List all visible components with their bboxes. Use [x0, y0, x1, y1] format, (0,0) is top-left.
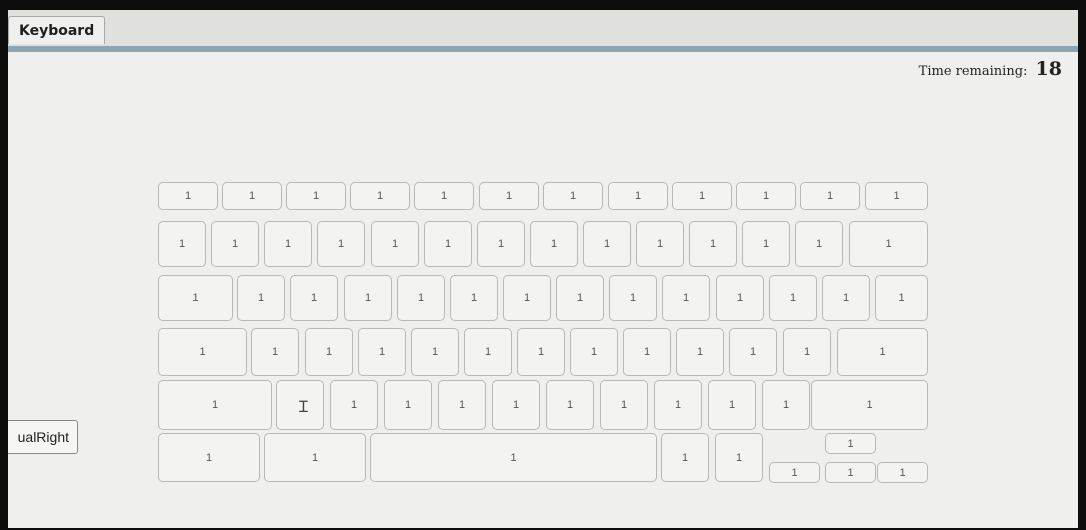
key-r4-11[interactable]: 1: [811, 380, 928, 430]
key-r1-1[interactable]: 1: [211, 221, 259, 267]
text-cursor-icon: Ɪ: [299, 397, 308, 416]
key-r3-5[interactable]: 1: [464, 328, 512, 376]
tab-keyboard[interactable]: Keyboard: [8, 16, 106, 44]
key-r1-9[interactable]: 1: [636, 221, 684, 267]
key-r4-10[interactable]: 1: [762, 380, 810, 430]
key-r0-9[interactable]: 1: [736, 182, 796, 210]
key-r2-10[interactable]: 1: [716, 275, 764, 321]
key-r4-4[interactable]: 1: [438, 380, 486, 430]
key-r0-10[interactable]: 1: [800, 182, 860, 210]
key-r0-4[interactable]: 1: [414, 182, 474, 210]
key-r5-5[interactable]: 1: [769, 462, 820, 483]
key-r0-2[interactable]: 1: [286, 182, 346, 210]
tab-bar: Keyboard: [8, 10, 1078, 52]
key-r4-9[interactable]: 1: [708, 380, 756, 430]
key-r3-2[interactable]: 1: [305, 328, 353, 376]
time-remaining: Time remaining: 18: [919, 58, 1062, 80]
key-r0-1[interactable]: 1: [222, 182, 282, 210]
key-r3-9[interactable]: 1: [676, 328, 724, 376]
key-r3-12[interactable]: 1: [837, 328, 928, 376]
key-r4-5[interactable]: 1: [492, 380, 540, 430]
key-r2-1[interactable]: 1: [237, 275, 285, 321]
key-r1-8[interactable]: 1: [583, 221, 631, 267]
key-r3-6[interactable]: 1: [517, 328, 565, 376]
key-r1-13[interactable]: 1: [849, 221, 928, 267]
key-r2-2[interactable]: 1: [290, 275, 338, 321]
key-r0-5[interactable]: 1: [479, 182, 539, 210]
key-r3-7[interactable]: 1: [570, 328, 618, 376]
key-r4-6[interactable]: 1: [546, 380, 594, 430]
key-r3-8[interactable]: 1: [623, 328, 671, 376]
key-r0-7[interactable]: 1: [608, 182, 668, 210]
key-r2-4[interactable]: 1: [397, 275, 445, 321]
key-r3-1[interactable]: 1: [251, 328, 299, 376]
key-r0-8[interactable]: 1: [672, 182, 732, 210]
key-r3-10[interactable]: 1: [729, 328, 777, 376]
key-r3-3[interactable]: 1: [358, 328, 406, 376]
key-r2-12[interactable]: 1: [822, 275, 870, 321]
key-r2-7[interactable]: 1: [556, 275, 604, 321]
key-r2-9[interactable]: 1: [662, 275, 710, 321]
key-r0-6[interactable]: 1: [543, 182, 603, 210]
key-r3-0[interactable]: 1: [158, 328, 247, 376]
time-remaining-label: Time remaining:: [918, 64, 1028, 79]
key-r5-2[interactable]: 1: [370, 433, 657, 482]
key-r1-10[interactable]: 1: [689, 221, 737, 267]
key-r4-3[interactable]: 1: [384, 380, 432, 430]
key-r1-6[interactable]: 1: [477, 221, 525, 267]
key-r0-0[interactable]: 1: [158, 182, 218, 210]
key-r2-3[interactable]: 1: [344, 275, 392, 321]
key-r4-0[interactable]: 1: [158, 380, 272, 430]
time-remaining-value: 18: [1035, 58, 1062, 80]
key-r1-7[interactable]: 1: [530, 221, 578, 267]
key-r0-3[interactable]: 1: [350, 182, 410, 210]
key-r1-3[interactable]: 1: [317, 221, 365, 267]
key-r3-4[interactable]: 1: [411, 328, 459, 376]
key-r1-0[interactable]: 1: [158, 221, 206, 267]
key-r5-7[interactable]: 1: [825, 462, 876, 483]
key-r1-2[interactable]: 1: [264, 221, 312, 267]
key-r2-0[interactable]: 1: [158, 275, 233, 321]
key-r3-11[interactable]: 1: [783, 328, 831, 376]
key-r2-11[interactable]: 1: [769, 275, 817, 321]
key-r2-13[interactable]: 1: [875, 275, 928, 321]
key-r1-4[interactable]: 1: [371, 221, 419, 267]
key-r2-6[interactable]: 1: [503, 275, 551, 321]
key-r5-3[interactable]: 1: [661, 433, 709, 482]
key-r1-11[interactable]: 1: [742, 221, 790, 267]
key-r5-0[interactable]: 1: [158, 433, 260, 482]
key-r1-5[interactable]: 1: [424, 221, 472, 267]
key-r4-7[interactable]: 1: [600, 380, 648, 430]
screen: Keyboard Time remaining: 18 ualRight 111…: [8, 10, 1078, 528]
dual-right-button[interactable]: ualRight: [8, 420, 78, 454]
key-r5-6[interactable]: 1: [825, 433, 876, 454]
key-r1-12[interactable]: 1: [795, 221, 843, 267]
key-r5-1[interactable]: 1: [264, 433, 366, 482]
key-r2-8[interactable]: 1: [609, 275, 657, 321]
key-r5-4[interactable]: 1: [715, 433, 763, 482]
key-r4-2[interactable]: 1: [330, 380, 378, 430]
key-r5-8[interactable]: 1: [877, 462, 928, 483]
key-r2-5[interactable]: 1: [450, 275, 498, 321]
key-r0-11[interactable]: 1: [865, 182, 928, 210]
key-r4-8[interactable]: 1: [654, 380, 702, 430]
